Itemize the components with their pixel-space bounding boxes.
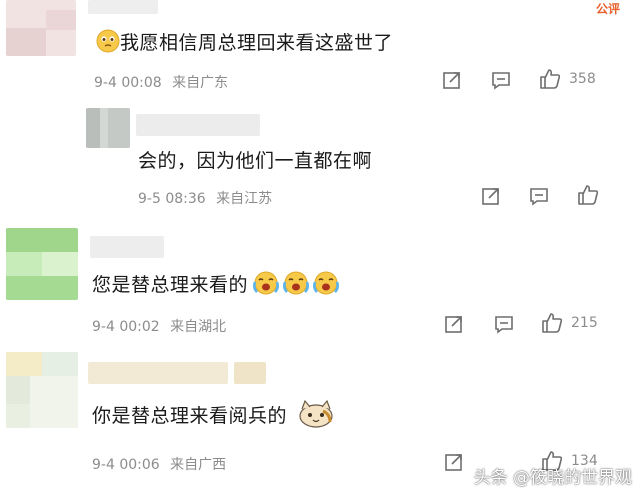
share-icon <box>443 72 460 89</box>
corner-logo: 公评 <box>595 2 620 16</box>
like-count: 215 <box>571 315 598 331</box>
comment-text: 会的，因为他们一直都在啊 <box>138 150 373 172</box>
comment-location: 来自广西 <box>170 457 227 473</box>
share-button[interactable] <box>444 314 464 334</box>
avatar[interactable] <box>6 228 78 300</box>
share-button[interactable] <box>442 70 462 90</box>
thumbs-up-icon <box>540 69 561 89</box>
username-blurred[interactable] <box>136 114 260 136</box>
comment-icon <box>492 72 510 90</box>
reply-button[interactable] <box>491 70 511 90</box>
thumbs-up-icon <box>542 313 563 333</box>
comment-location: 来自广东 <box>172 75 229 91</box>
comment-location: 来自江苏 <box>216 191 273 207</box>
crying-face-emoji <box>312 270 340 301</box>
comment-time: 9-4 00:06 <box>92 457 160 473</box>
reply-button[interactable] <box>529 186 549 206</box>
comment-time: 9-5 08:36 <box>138 191 206 207</box>
comment-icon <box>530 188 548 206</box>
avatar[interactable] <box>6 352 78 428</box>
username-blurred[interactable] <box>90 236 164 258</box>
crying-face-emoji <box>282 270 310 301</box>
like-button[interactable] <box>577 184 599 206</box>
source-watermark: 头条 @筱晓的世界观 <box>473 468 632 488</box>
username-blurred[interactable] <box>88 362 228 384</box>
share-icon <box>445 316 462 333</box>
comment-text: 我愿相信周总理回来看这盛世了 <box>96 28 393 58</box>
avatar[interactable] <box>6 0 76 56</box>
reply-button[interactable] <box>494 314 514 334</box>
thumbs-up-icon <box>578 185 599 205</box>
username-blurred[interactable] <box>88 0 158 14</box>
username-badge-blurred <box>234 362 266 384</box>
share-button[interactable] <box>481 186 501 206</box>
crying-face-emoji <box>252 270 280 301</box>
comment-time: 9-4 00:08 <box>94 75 162 91</box>
share-button[interactable] <box>444 452 464 472</box>
comment-location: 来自湖北 <box>170 319 227 335</box>
comment-text: 你是替总理来看阅兵的 <box>92 398 335 435</box>
comment-icon <box>495 316 513 334</box>
cat-emoji <box>297 398 335 435</box>
comment-text: 您是替总理来看的 <box>92 270 340 301</box>
share-icon <box>445 454 462 471</box>
like-count: 358 <box>569 71 596 87</box>
like-button[interactable]: 358 <box>539 68 596 90</box>
comment-time: 9-4 00:02 <box>92 319 160 335</box>
share-icon <box>482 188 499 205</box>
like-button[interactable]: 215 <box>541 312 598 334</box>
avatar[interactable] <box>86 108 130 148</box>
pleading-face-emoji <box>96 29 120 58</box>
